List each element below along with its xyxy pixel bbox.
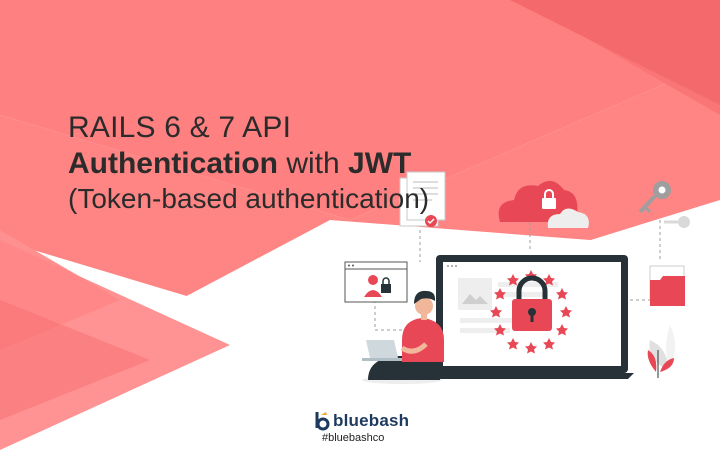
- cloud-lock-icon: [498, 180, 589, 228]
- security-illustration: [344, 171, 690, 384]
- title-block: RAILS 6 & 7 API Authentication with JWT …: [68, 110, 429, 216]
- brand-tag: #bluebashco: [322, 432, 385, 444]
- title-bold-authentication: Authentication: [68, 147, 278, 180]
- brand-name: bluebash: [333, 411, 410, 430]
- plant-icon: [647, 325, 675, 378]
- key-icon: [638, 181, 690, 228]
- brand-logo: bluebash #bluebashco: [304, 404, 416, 450]
- title-line-1: RAILS 6 & 7 API: [68, 111, 292, 144]
- title-line-3: (Token-based authentication): [68, 183, 430, 214]
- person-icon: [362, 290, 444, 384]
- title-bold-jwt: JWT: [348, 147, 412, 180]
- bluebash-logo-icon: [315, 412, 330, 431]
- browser-lock-icon: [344, 261, 408, 303]
- title-with: with: [278, 147, 349, 180]
- folder-icon: [649, 265, 685, 306]
- title-line-2: Authentication with JWT: [68, 146, 429, 182]
- brand-row: bluebash: [314, 411, 409, 431]
